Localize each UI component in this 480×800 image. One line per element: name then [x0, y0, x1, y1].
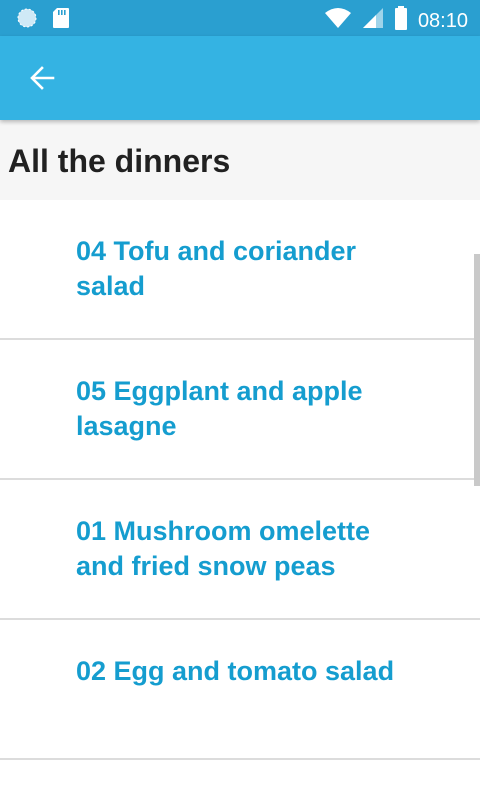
header-section: All the dinners [0, 120, 480, 200]
dinner-list: 04 Tofu and coriander salad 05 Eggplant … [0, 200, 480, 800]
list-item-title: 05 Eggplant and apple lasagne [76, 376, 363, 441]
scrollbar[interactable] [474, 254, 480, 486]
list-item[interactable]: 05 Eggplant and apple lasagne [0, 340, 480, 480]
list-item[interactable]: 01 Mushroom omelette and fried snow peas [0, 480, 480, 620]
status-bar: 08:10 [0, 0, 480, 36]
status-time: 08:10 [417, 9, 468, 32]
status-left-icons [16, 7, 70, 34]
cell-signal-icon [362, 7, 384, 34]
list-item-title: 01 Mushroom omelette and fried snow peas [76, 516, 371, 581]
list-item-title: 02 Egg and tomato salad [76, 656, 395, 686]
arrow-left-icon [29, 65, 55, 96]
list-item-title: 04 Tofu and coriander salad [76, 236, 357, 301]
list-item[interactable]: 02 Egg and tomato salad [0, 620, 480, 760]
battery-icon [394, 6, 408, 35]
list-item[interactable]: 04 Tofu and coriander salad [0, 200, 480, 340]
wifi-icon [324, 7, 352, 34]
sd-card-icon [52, 7, 70, 34]
app-bar [0, 36, 480, 120]
page-title: All the dinners [8, 143, 231, 179]
status-right-icons: 08:10 [324, 6, 468, 35]
back-button[interactable] [20, 58, 64, 102]
globe-icon [16, 7, 38, 34]
